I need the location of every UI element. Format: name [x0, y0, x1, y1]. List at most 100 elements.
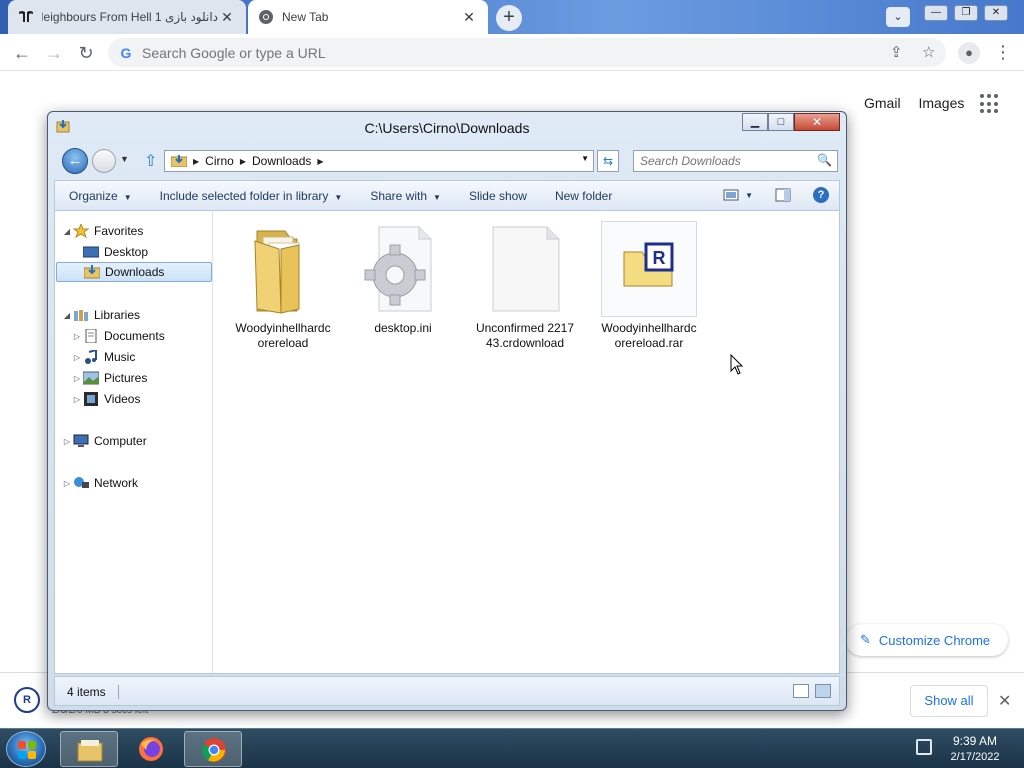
maximize-button[interactable]: □ [768, 113, 794, 131]
collapsed-arrow-icon[interactable]: ▷ [71, 374, 83, 383]
new-tab-button[interactable]: + [496, 5, 522, 31]
taskbar-chrome-button[interactable] [184, 731, 242, 767]
share-with-menu[interactable]: Share with ▼ [356, 189, 455, 203]
nav-pictures[interactable]: ▷ Pictures [71, 368, 147, 388]
forward-button[interactable]: → [42, 41, 66, 65]
customize-chrome-button[interactable]: ✎ Customize Chrome [846, 624, 1008, 656]
refresh-button[interactable]: ⇆ [597, 150, 619, 172]
nav-favorites[interactable]: ◢ Favorites [61, 221, 143, 241]
music-icon [85, 350, 97, 364]
nav-libraries[interactable]: ◢ Libraries [61, 305, 140, 325]
pencil-icon: ✎ [860, 632, 871, 647]
status-bar: 4 items [54, 676, 840, 706]
tab-close-icon[interactable]: ✕ [460, 8, 478, 26]
view-dropdown-icon[interactable]: ▼ [745, 191, 753, 200]
breadcrumb-cirno[interactable]: Cirno [205, 154, 234, 168]
system-clock[interactable]: 9:39 AM 2/17/2022 [940, 733, 1010, 765]
minimize-button[interactable]: — [924, 5, 948, 21]
include-in-library-menu[interactable]: Include selected folder in library ▼ [146, 189, 357, 203]
command-bar: Organize ▼ Include selected folder in lib… [54, 180, 840, 210]
bookmark-star-icon[interactable]: ☆ [922, 43, 935, 61]
search-icon[interactable]: 🔍 [817, 153, 832, 167]
nav-downloads[interactable]: Downloads [56, 262, 212, 282]
downloads-folder-icon [84, 265, 100, 279]
breadcrumb-arrow-icon[interactable]: ▶ [240, 157, 246, 166]
collapsed-arrow-icon[interactable]: ▷ [71, 395, 83, 404]
google-g-icon: G [120, 44, 132, 61]
chrome-tab-strip: دانلود بازی Neighbours From Hell 1 ✕ New… [0, 0, 1024, 34]
documents-icon [85, 329, 97, 343]
profile-avatar[interactable]: ● [958, 42, 980, 64]
large-icons-view-icon[interactable] [815, 684, 831, 698]
omnibox-input[interactable] [142, 44, 842, 61]
breadcrumb-arrow-icon[interactable]: ▶ [193, 157, 199, 166]
details-view-icon[interactable] [793, 684, 809, 698]
nav-desktop[interactable]: Desktop [83, 242, 148, 262]
explorer-window: C:\Users\Cirno\Downloads ▁ □ ✕ ← ▼ ⇧ ▶ C… [47, 111, 847, 711]
maximize-button[interactable]: ❐ [954, 5, 978, 21]
taskbar-firefox-button[interactable] [122, 731, 180, 767]
recent-pages-dropdown-icon[interactable]: ▼ [120, 154, 129, 164]
chrome-menu-icon[interactable]: ⋮ [994, 40, 1012, 64]
explorer-titlebar[interactable]: C:\Users\Cirno\Downloads ▁ □ ✕ [48, 112, 846, 142]
view-tools: ▼ ? [701, 187, 829, 203]
breadcrumb-arrow-icon[interactable]: ▶ [317, 157, 323, 166]
expanded-arrow-icon[interactable]: ◢ [61, 311, 73, 320]
close-button[interactable]: ✕ [794, 113, 840, 131]
search-input[interactable] [640, 151, 810, 171]
close-shelf-icon[interactable]: ✕ [998, 691, 1011, 711]
tab-title: دانلود بازی Neighbours From Hell 1 [42, 10, 218, 24]
address-dropdown-icon[interactable]: ▼ [581, 154, 589, 163]
gmail-link[interactable]: Gmail [864, 95, 901, 111]
expanded-arrow-icon[interactable]: ◢ [61, 227, 73, 236]
file-item-rar[interactable]: R Woodyinhellhardcorereload.rar [599, 221, 699, 351]
back-button[interactable]: ← [10, 41, 34, 65]
blank-file-icon [477, 221, 573, 317]
up-folder-icon[interactable]: ⇧ [144, 151, 157, 171]
firefox-icon [139, 737, 163, 761]
reload-button[interactable]: ↻ [74, 41, 98, 65]
rar-download-icon[interactable]: R [14, 687, 40, 713]
preview-pane-icon[interactable] [775, 188, 791, 202]
back-button[interactable]: ← [62, 148, 88, 174]
folder-icon [171, 155, 187, 167]
collapsed-arrow-icon[interactable]: ▷ [61, 437, 73, 446]
show-all-button[interactable]: Show all [910, 685, 988, 717]
nav-computer[interactable]: ▷ Computer [61, 431, 147, 451]
network-icon [74, 477, 89, 488]
collapsed-arrow-icon[interactable]: ▷ [61, 479, 73, 488]
change-view-icon[interactable] [723, 188, 739, 202]
file-item-folder[interactable]: Woodyinhellhardcorereload [233, 221, 333, 351]
collapsed-arrow-icon[interactable]: ▷ [71, 332, 83, 341]
slide-show-button[interactable]: Slide show [455, 189, 541, 203]
breadcrumb-downloads[interactable]: Downloads [252, 154, 311, 168]
start-button[interactable] [6, 731, 46, 767]
nav-documents[interactable]: ▷ Documents [71, 326, 165, 346]
tab-close-icon[interactable]: ✕ [218, 8, 236, 26]
address-bar[interactable]: ▶ Cirno ▶ Downloads ▶ ▼ [164, 150, 594, 172]
help-icon[interactable]: ? [813, 187, 829, 203]
nav-music[interactable]: ▷ Music [71, 347, 135, 367]
nav-network[interactable]: ▷ Network [61, 473, 138, 493]
minimize-button[interactable]: ▁ [742, 113, 768, 131]
collapsed-arrow-icon[interactable]: ▷ [71, 353, 83, 362]
nav-videos[interactable]: ▷ Videos [71, 389, 140, 409]
tab-search-button[interactable]: ⌄ [886, 7, 910, 27]
network-tray-icon[interactable] [916, 739, 932, 755]
file-list: Woodyinhellhardcorereload desktop.ini Un… [215, 211, 839, 673]
share-icon[interactable]: ⇪ [890, 43, 903, 61]
images-link[interactable]: Images [918, 95, 964, 111]
tab-new-tab[interactable]: New Tab ✕ [248, 0, 488, 34]
file-item-crdownload[interactable]: Unconfirmed 221743.crdownload [475, 221, 575, 351]
omnibox[interactable]: G [108, 38, 946, 67]
tab-neighbours-from-hell[interactable]: دانلود بازی Neighbours From Hell 1 ✕ [8, 0, 246, 34]
search-box[interactable]: 🔍 [633, 150, 838, 172]
new-folder-button[interactable]: New folder [541, 189, 626, 203]
rar-archive-icon: R [601, 221, 697, 317]
taskbar-explorer-button[interactable] [60, 731, 118, 767]
forward-button[interactable] [92, 149, 116, 173]
google-apps-icon[interactable] [980, 94, 1000, 114]
file-item-desktop-ini[interactable]: desktop.ini [353, 221, 453, 336]
organize-menu[interactable]: Organize ▼ [55, 189, 146, 203]
close-button[interactable]: ✕ [984, 5, 1008, 21]
